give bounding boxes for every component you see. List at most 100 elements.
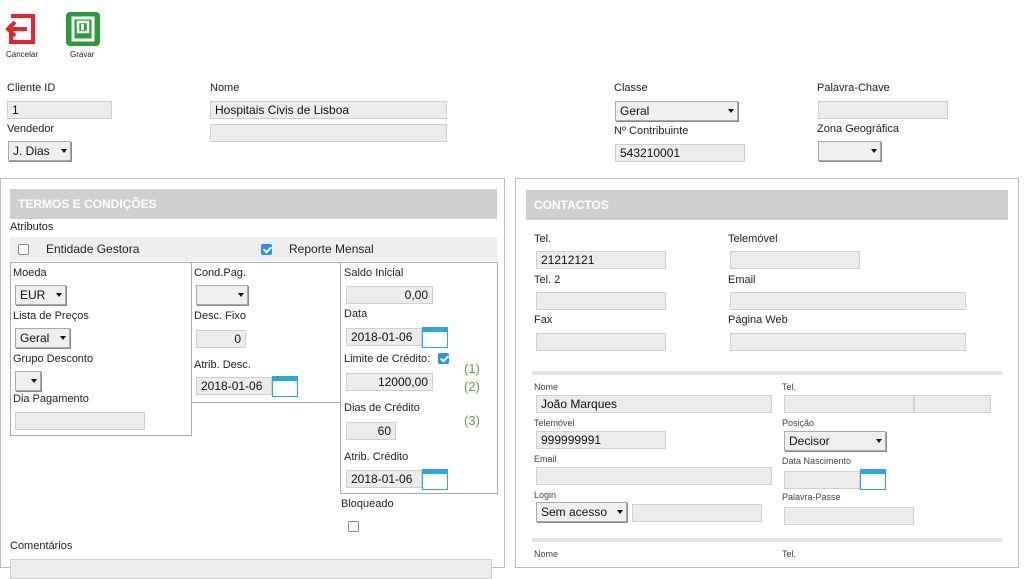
person-tel-label: Tel. [782,382,797,392]
moeda-label: Moeda [13,267,47,279]
person-tel-ext-field[interactable] [914,395,991,413]
dias-credito-field[interactable]: 60 [346,422,396,440]
person-login-extra-field[interactable] [632,504,762,522]
lista-precos-value: Geral [20,331,50,345]
data-label: Data [344,308,368,320]
classe-value: Geral [620,104,650,118]
login-value: Sem acesso [541,505,608,519]
calendar-icon[interactable] [422,469,448,490]
cancel-button[interactable] [5,12,39,46]
tel-field[interactable]: 21212121 [536,251,666,269]
vendedor-value: J. Dias [13,144,50,158]
entidade-gestora-checkbox[interactable] [18,244,29,255]
classe-label: Classe [614,82,648,94]
calendar-icon[interactable] [860,469,886,490]
person-login-label: Login [534,490,557,500]
pagina-web-label: Página Web [728,314,788,326]
person-palavra-passe-field[interactable] [784,507,914,525]
reporte-mensal-checkbox[interactable] [261,244,272,255]
person-tel-field[interactable] [784,395,914,413]
contact-separator [532,538,1002,542]
vendedor-select[interactable]: J. Dias [8,141,71,161]
save-icon [71,16,95,42]
cliente-id-label: Cliente ID [7,82,56,94]
grupo-desconto-select[interactable] [15,371,41,391]
termos-panel: TERMOS E CONDIÇÕES Atributos Entidade Ge… [0,178,505,579]
cond-pag-label: Cond.Pag. [194,267,246,279]
atributos-label: Atributos [10,221,54,233]
tel2-field[interactable] [536,292,666,310]
person-telemovel-label: Telemóvel [534,418,575,428]
person-nome-field[interactable]: João Marques [536,395,772,413]
save-button[interactable] [66,12,100,46]
contactos-header: CONTACTOS [526,190,1008,220]
desc-fixo-field[interactable]: 0 [196,330,246,348]
chevron-down-icon [61,149,67,153]
dias-credito-label: Dias de Crédito [344,402,420,414]
atrib-desc-label: Atrib. Desc. [194,359,251,371]
lista-precos-select[interactable]: Geral [15,328,70,348]
next-tel-label: Tel. [782,549,797,559]
person-palavra-passe-label: Palavra-Passe [782,492,841,502]
cliente-id-field[interactable]: 1 [7,101,112,119]
fax-field[interactable] [536,333,666,351]
atrib-credito-label: Atrib. Crédito [344,451,409,463]
note-2: (2) [464,379,480,394]
vendedor-label: Vendedor [7,123,55,135]
nome2-field[interactable] [210,124,447,142]
saldo-inicial-field[interactable]: 0,00 [346,286,433,304]
nome-label: Nome [210,82,240,94]
zona-select[interactable] [818,141,881,161]
note-3: (3) [464,413,480,428]
data-field[interactable]: 2018-01-06 [346,328,422,346]
posicao-value: Decisor [789,434,830,448]
chevron-down-icon [871,149,877,153]
comentarios-field[interactable] [10,559,492,579]
nome-field[interactable]: Hospitais Civis de Lisboa [210,101,447,119]
cond-pag-select[interactable] [196,285,248,305]
atrib-desc-field[interactable]: 2018-01-06 [196,377,272,395]
chevron-down-icon [876,439,882,443]
pagina-web-field[interactable] [730,333,966,351]
saldo-inicial-label: Saldo Inicial [344,267,404,279]
zona-label: Zona Geográfica [817,123,899,135]
person-data-nascimento-label: Data Nascimento [782,456,852,466]
person-telemovel-field[interactable]: 999999991 [536,431,666,449]
contribuinte-field[interactable]: 543210001 [615,144,745,162]
calendar-icon[interactable] [272,376,298,397]
calendar-icon[interactable] [422,327,448,348]
cancel-icon [5,14,35,44]
cancel-label: Cancelar [6,50,39,59]
person-email-label: Email [534,454,557,464]
save-label: Gravar [70,50,95,59]
palavra-chave-label: Palavra-Chave [817,82,890,94]
tel2-label: Tel. 2 [534,274,561,286]
email-field[interactable] [730,292,966,310]
lista-precos-label: Lista de Preços [13,310,89,322]
bloqueado-checkbox[interactable] [348,521,359,532]
contribuinte-label: Nº Contribuinte [614,125,689,137]
desc-fixo-label: Desc. Fixo [194,310,246,322]
telemovel-field[interactable] [730,251,860,269]
moeda-select[interactable]: EUR [15,285,66,305]
person-login-select[interactable]: Sem acesso [536,502,627,522]
contactos-panel: CONTACTOS Tel. 21212121 Telemóvel Tel. 2… [515,178,1019,568]
person-posicao-select[interactable]: Decisor [784,431,886,451]
termos-header: TERMOS E CONDIÇÕES [10,189,497,219]
moeda-value: EUR [20,288,46,302]
dia-pagamento-field[interactable] [15,412,145,430]
person-email-field[interactable] [536,467,772,485]
classe-select[interactable]: Geral [615,101,738,121]
chevron-down-icon [31,379,37,383]
limite-credito-label: Limite de Crédito: [344,353,431,365]
limite-credito-checkbox[interactable] [438,353,449,364]
limite-credito-field[interactable]: 12000,00 [346,373,433,391]
palavra-chave-field[interactable] [818,101,948,119]
grupo-desconto-label: Grupo Desconto [13,353,94,365]
atrib-credito-field[interactable]: 2018-01-06 [346,470,422,488]
chevron-down-icon [60,336,66,340]
note-1: (1) [464,361,480,376]
person-data-nascimento-field[interactable] [784,471,860,489]
entidade-gestora-label: Entidade Gestora [46,242,140,256]
chevron-down-icon [728,109,734,113]
